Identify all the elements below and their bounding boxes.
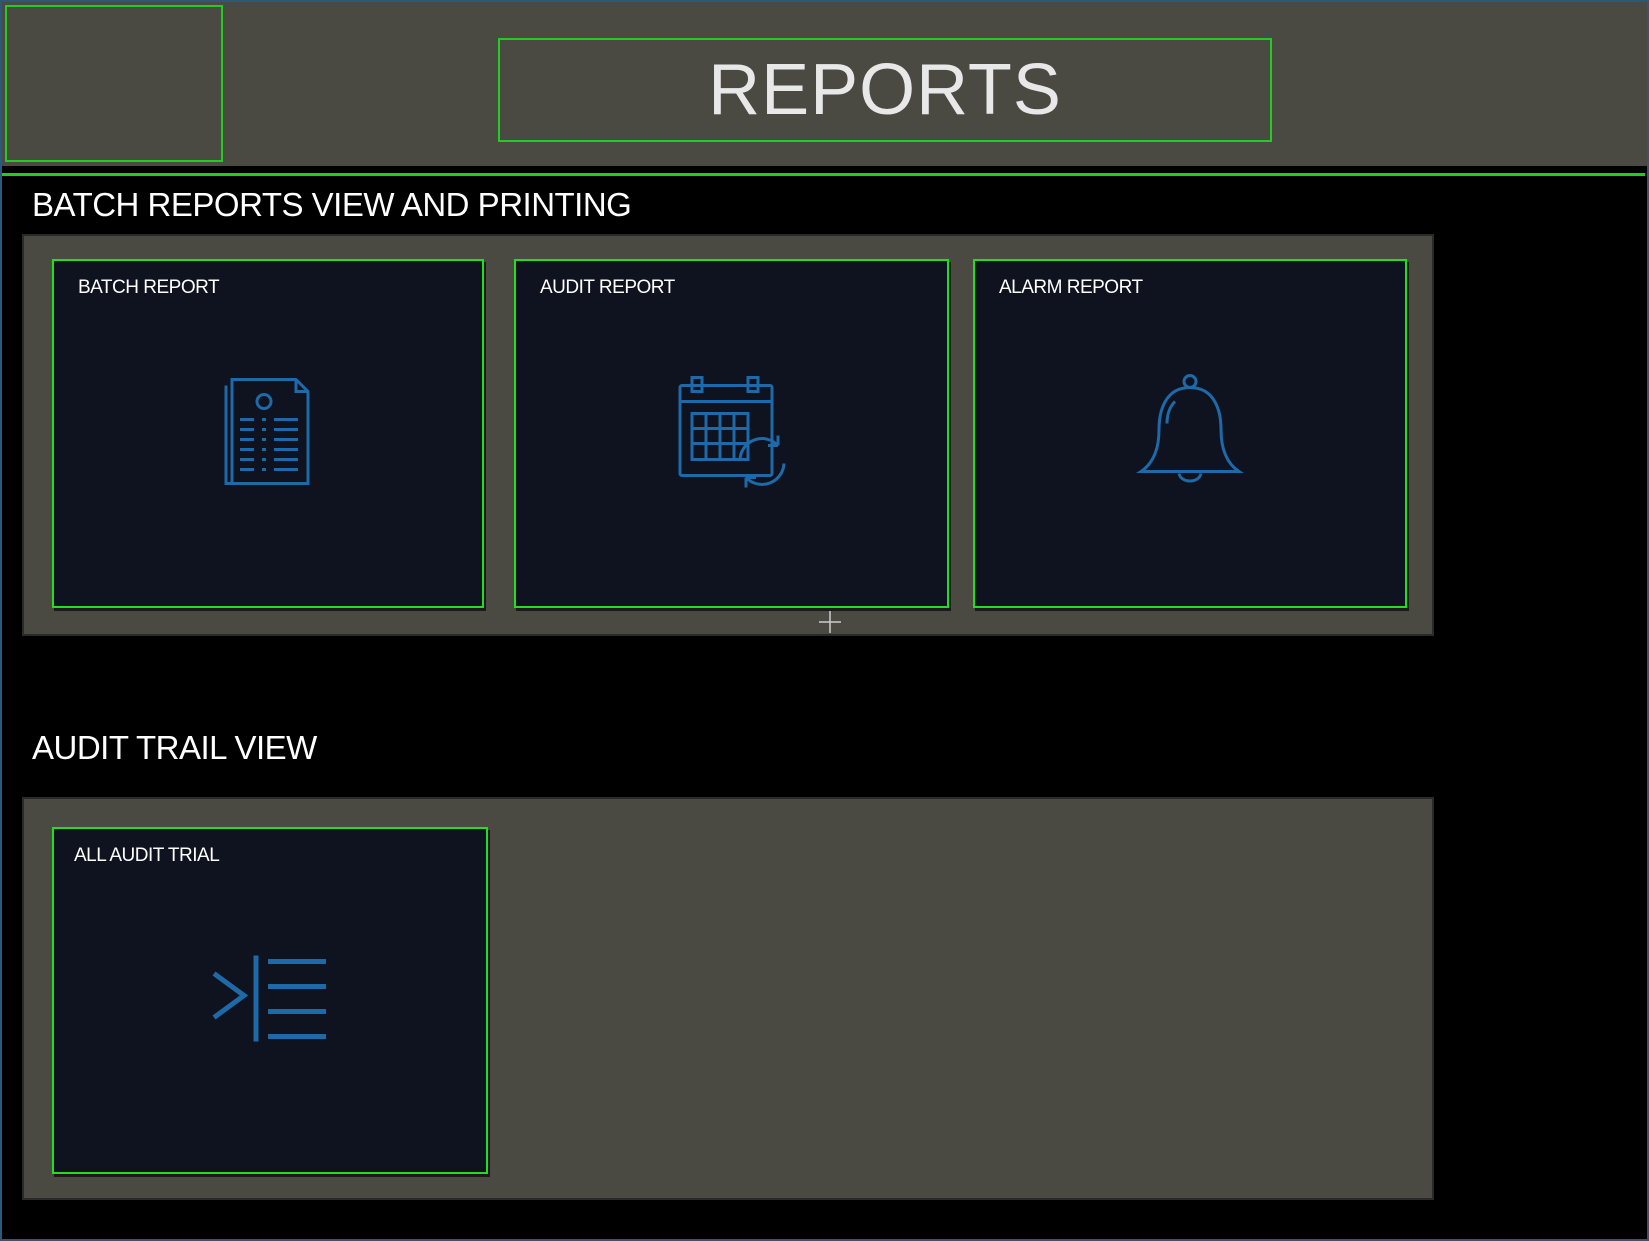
- alarm-report-button[interactable]: ALARM REPORT: [973, 259, 1407, 608]
- audit-report-button[interactable]: AUDIT REPORT: [514, 259, 949, 608]
- header-divider: [2, 173, 1645, 176]
- section-title-audit-trail: AUDIT TRAIL VIEW: [32, 729, 317, 766]
- audit-trail-panel: ALL AUDIT TRIAL: [22, 797, 1434, 1200]
- tile-label-audit-report: AUDIT REPORT: [540, 277, 675, 298]
- page-title: REPORTS: [498, 38, 1272, 142]
- indent-list-icon: [208, 953, 332, 1048]
- section-title-batch-reports: BATCH REPORTS VIEW AND PRINTING: [32, 186, 632, 223]
- header-bar: REPORTS: [2, 2, 1647, 166]
- batch-reports-panel: BATCH REPORT AUDIT REPORT ALARM REPORT: [22, 234, 1434, 636]
- batch-report-button[interactable]: BATCH REPORT: [52, 259, 484, 608]
- logo-placeholder: [5, 5, 223, 162]
- document-report-icon: [218, 371, 318, 496]
- calendar-refresh-icon: [672, 371, 792, 496]
- crosshair-cursor-icon: [819, 611, 841, 633]
- tile-label-batch-report: BATCH REPORT: [78, 277, 220, 298]
- bell-icon: [1135, 371, 1245, 496]
- tile-label-alarm-report: ALARM REPORT: [999, 277, 1143, 298]
- reports-screen: REPORTS BATCH REPORTS VIEW AND PRINTING …: [0, 0, 1649, 1241]
- tile-label-all-audit-trial: ALL AUDIT TRIAL: [74, 845, 220, 866]
- all-audit-trial-button[interactable]: ALL AUDIT TRIAL: [52, 827, 488, 1174]
